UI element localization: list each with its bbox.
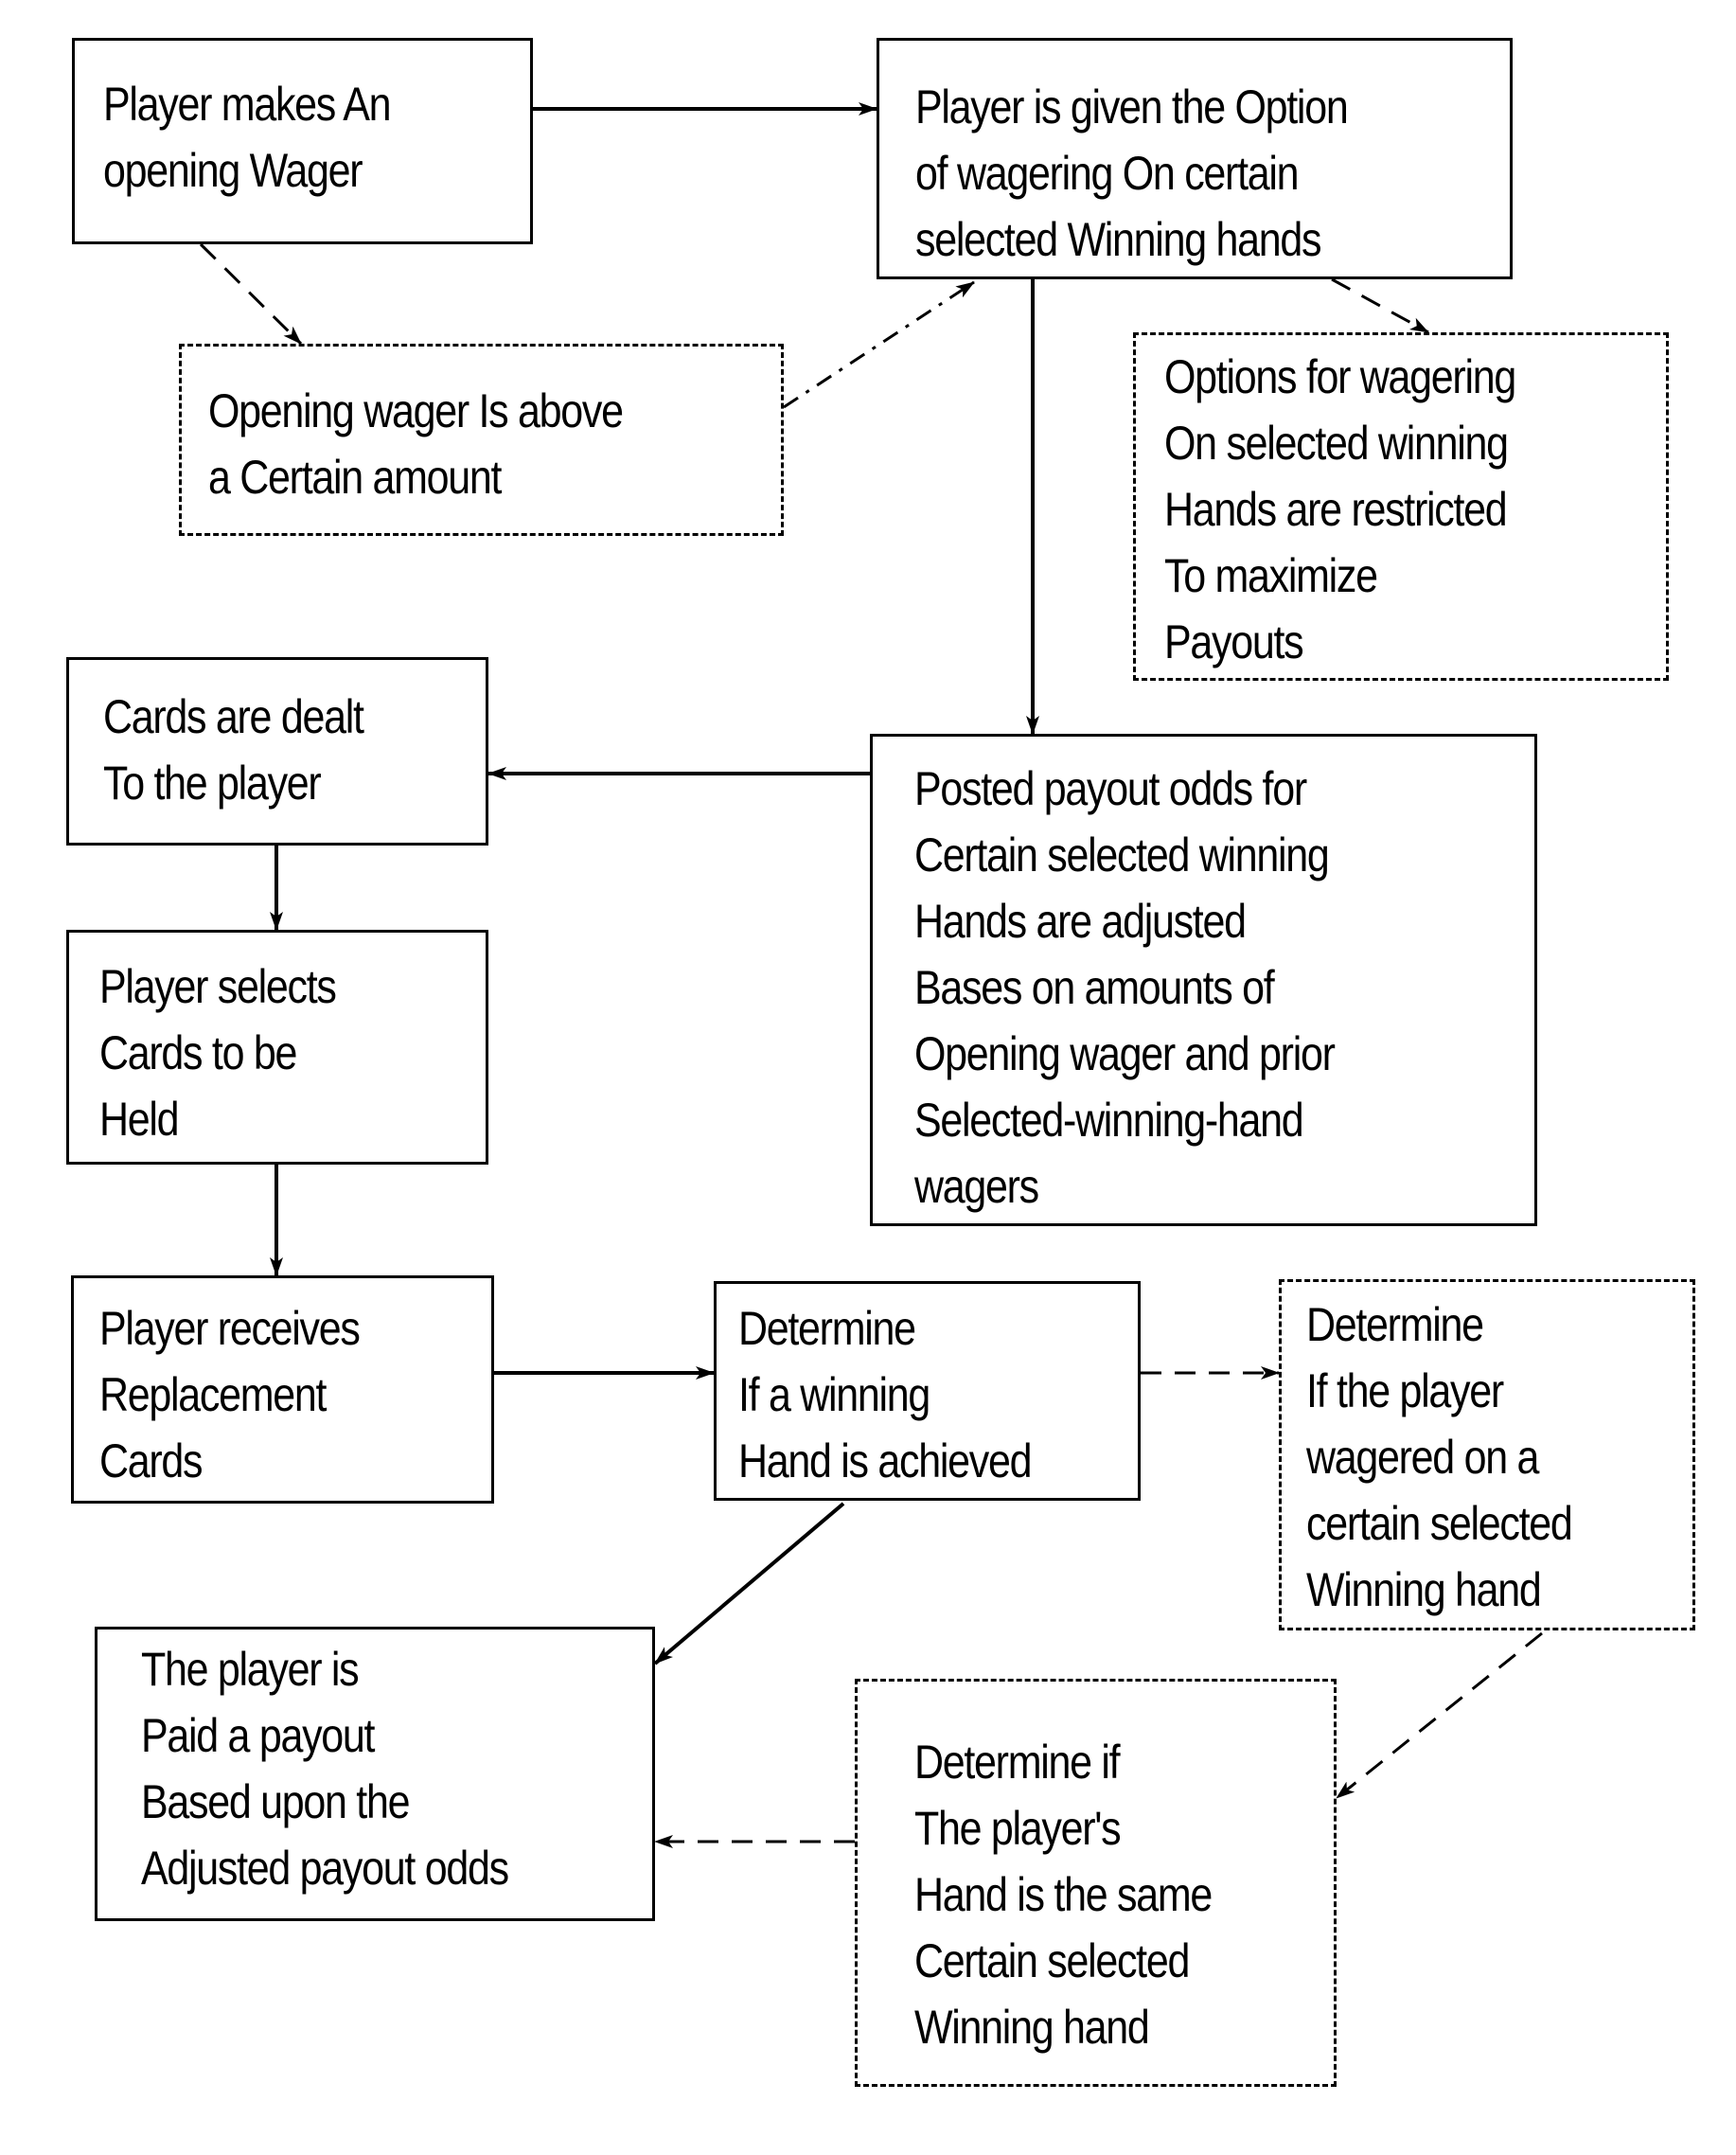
node-text-line: Player makes An: [103, 78, 392, 131]
node-options-restricted: Options for wagering On selected winning…: [1133, 332, 1669, 681]
node-text-line: The player is: [141, 1643, 360, 1696]
node-text-line: Cards: [99, 1434, 204, 1487]
node-cards-dealt: Cards are dealt To the player: [66, 657, 488, 846]
node-text-line: Hands are adjusted: [914, 895, 1247, 948]
node-text-line: The player's: [914, 1802, 1122, 1855]
flowchart-canvas: Player makes An opening Wager Player is …: [0, 0, 1736, 2155]
node-text-line: Certain selected: [914, 1934, 1190, 1987]
node-text-line: Payouts: [1164, 615, 1304, 668]
node-text-line: Opening wager Is above: [208, 384, 624, 437]
node-text-line: Adjusted payout odds: [141, 1842, 509, 1895]
node-text-line: wagered on a: [1306, 1431, 1539, 1484]
node-text-line: Determine: [738, 1302, 916, 1355]
node-above-amount: Opening wager Is above a Certain amount: [179, 344, 784, 536]
node-text-line: a Certain amount: [208, 451, 503, 504]
node-text-line: Determine if: [914, 1736, 1121, 1789]
arrow-wager-option-to-options-restricted: [1331, 277, 1429, 334]
node-text-line: certain selected: [1306, 1497, 1573, 1550]
node-posted-odds: Posted payout odds for Certain selected …: [870, 734, 1537, 1226]
node-text-line: Hand is achieved: [738, 1434, 1033, 1487]
node-text-line: Based upon the: [141, 1775, 410, 1828]
node-paid-payout: The player is Paid a payout Based upon t…: [95, 1627, 655, 1921]
node-text-line: Posted payout odds for: [914, 762, 1307, 815]
arrow-determine-winning-to-paid-payout: [653, 1502, 845, 1665]
node-wager-option: Player is given the Option of wagering O…: [877, 38, 1513, 279]
node-text-line: Paid a payout: [141, 1709, 376, 1762]
node-text-line: Player selects: [99, 960, 337, 1013]
node-opening-wager: Player makes An opening Wager: [72, 38, 533, 244]
node-determine-winning: Determine If a winning Hand is achieved: [714, 1281, 1141, 1501]
node-text-line: Cards are dealt: [103, 690, 364, 743]
node-text-line: To the player: [103, 757, 322, 810]
node-text-line: Player is given the Option: [915, 80, 1349, 134]
node-text-line: Hand is the same: [914, 1868, 1213, 1921]
arrow-determine-wagered-to-determine-same: [1336, 1631, 1543, 1800]
arrow-opening-wager-to-above-amount: [199, 242, 303, 346]
node-receives-replacement: Player receives Replacement Cards: [71, 1275, 494, 1504]
node-text-line: wagers: [914, 1160, 1039, 1213]
node-text-line: opening Wager: [103, 144, 363, 197]
node-text-line: Held: [99, 1093, 180, 1146]
node-text-line: Selected-winning-hand: [914, 1094, 1304, 1147]
node-text-line: Winning hand: [1306, 1563, 1542, 1616]
arrow-above-amount-to-wager-option: [783, 280, 975, 409]
node-text-line: of wagering On certain: [915, 147, 1300, 200]
node-text-line: On selected winning: [1164, 417, 1509, 470]
node-text-line: Opening wager and prior: [914, 1027, 1336, 1080]
node-text-line: If the player: [1306, 1364, 1504, 1417]
node-text-line: Certain selected winning: [914, 828, 1330, 882]
node-determine-same: Determine if The player's Hand is the sa…: [855, 1679, 1337, 2087]
node-select-held: Player selects Cards to be Held: [66, 930, 488, 1165]
node-text-line: Player receives: [99, 1302, 361, 1355]
node-text-line: Options for wagering: [1164, 350, 1516, 403]
node-text-line: To maximize: [1164, 549, 1378, 602]
node-text-line: Winning hand: [914, 2001, 1150, 2054]
node-text-line: Cards to be: [99, 1026, 297, 1079]
node-text-line: Bases on amounts of: [914, 961, 1275, 1014]
node-text-line: Replacement: [99, 1368, 327, 1421]
node-determine-wagered: Determine If the player wagered on a cer…: [1279, 1279, 1695, 1630]
node-text-line: Determine: [1306, 1298, 1484, 1351]
node-text-line: selected Winning hands: [915, 213, 1321, 266]
node-text-line: Hands are restricted: [1164, 483, 1508, 536]
node-text-line: If a winning: [738, 1368, 930, 1421]
